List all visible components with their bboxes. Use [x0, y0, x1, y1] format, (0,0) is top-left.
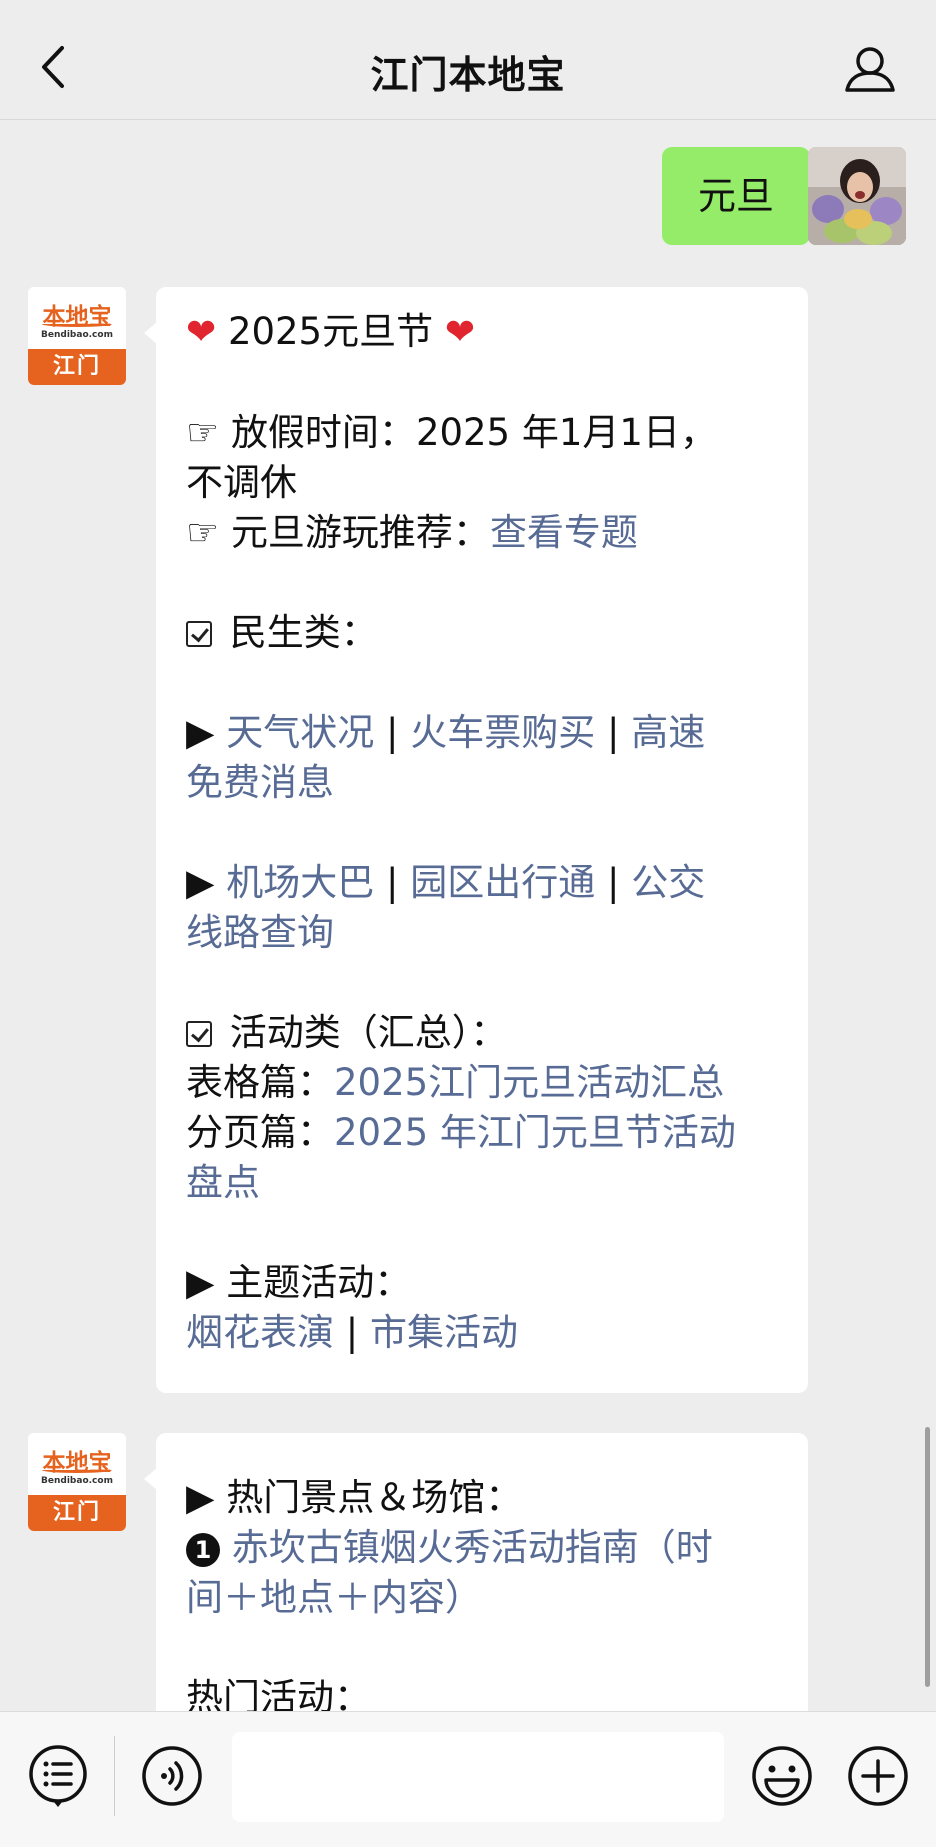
avatar-domain-text: Bendibao.com	[41, 1476, 113, 1486]
voice-icon	[142, 1746, 202, 1806]
airport-bus-link[interactable]: 机场大巴	[226, 861, 374, 904]
divider: |	[607, 711, 620, 754]
top-bar: 江门本地宝	[0, 0, 936, 120]
triangle-icon: ▶	[186, 1476, 215, 1519]
activity-table-link[interactable]: 2025江门元旦活动汇总	[334, 1061, 724, 1104]
message-title: 2025元旦节	[227, 310, 434, 353]
user-avatar-image	[808, 147, 906, 245]
activity-page-link-cont[interactable]: 盘点	[186, 1161, 260, 1204]
chikan-fireworks-link[interactable]: 赤坎古镇烟火秀活动指南（时	[232, 1526, 713, 1569]
voice-button[interactable]	[140, 1744, 204, 1808]
divider: |	[386, 861, 399, 904]
activity-heading: 活动类（汇总）：	[229, 1011, 508, 1054]
checkbox-icon	[186, 1021, 212, 1047]
menu-button[interactable]	[26, 1744, 90, 1808]
emoji-button[interactable]	[750, 1744, 814, 1808]
heart-icon: ❤	[444, 312, 476, 353]
page-label: 分页篇：	[186, 1111, 334, 1154]
user-avatar[interactable]	[808, 147, 906, 245]
bot-message-bubble: ❤ 2025元旦节 ❤ ☞ 放假时间：2025 年1月1日， 不调休 ☞ 元旦游…	[144, 287, 808, 1393]
divider: |	[607, 861, 620, 904]
divider: |	[345, 1311, 359, 1354]
avatar-domain-text: Bendibao.com	[41, 330, 113, 340]
table-label: 表格篇：	[186, 1061, 334, 1104]
pointing-hand-icon: ☞	[186, 411, 220, 454]
triangle-icon: ▶	[186, 861, 215, 904]
weather-link[interactable]: 天气状况	[226, 711, 374, 754]
avatar-city-text: 江门	[28, 1495, 126, 1531]
plus-circle-icon	[848, 1746, 908, 1806]
scrollbar[interactable]	[925, 1427, 930, 1687]
train-ticket-link[interactable]: 火车票购买	[410, 711, 595, 754]
holiday-value: 2025 年1月1日，	[415, 411, 717, 454]
page-title: 江门本地宝	[370, 53, 566, 97]
message-input[interactable]	[232, 1732, 724, 1822]
highway-link[interactable]: 高速	[631, 711, 705, 754]
user-message-bubble[interactable]: 元旦	[661, 147, 823, 245]
pointing-hand-icon: ☞	[186, 511, 220, 554]
activity-page-link[interactable]: 2025 年江门元旦节活动	[334, 1111, 736, 1154]
heart-icon: ❤	[186, 312, 217, 353]
number-badge: 1	[186, 1533, 220, 1567]
theme-heading: 主题活动：	[226, 1261, 412, 1304]
chikan-fireworks-link-cont[interactable]: 间＋地点＋内容）	[186, 1576, 482, 1619]
divider: |	[386, 711, 399, 754]
fireworks-link[interactable]: 烟花表演	[186, 1311, 334, 1354]
input-bar	[0, 1711, 936, 1847]
highway-link-cont[interactable]: 免费消息	[186, 761, 334, 804]
bus-route-link[interactable]: 公交	[631, 861, 705, 904]
park-travel-link[interactable]: 园区出行通	[410, 861, 595, 904]
checkbox-icon	[186, 621, 212, 647]
profile-button[interactable]	[842, 44, 898, 94]
bot-message-bubble: ▶ 热门景点＆场馆： 1 赤坎古镇烟火秀活动指南（时 间＋地点＋内容） 热门活动…	[144, 1433, 808, 1711]
triangle-icon: ▶	[186, 711, 215, 754]
avatar-city-text: 江门	[28, 349, 126, 385]
market-link[interactable]: 市集活动	[370, 1311, 518, 1354]
chat-area[interactable]: 元旦 本地宝 Bendibao.com 江门 ❤ 2025元旦节 ❤ ☞ 放假时…	[0, 121, 936, 1711]
message-title-line: ❤ 2025元旦节 ❤	[186, 307, 780, 358]
smiley-icon	[752, 1746, 812, 1806]
bot-avatar[interactable]: 本地宝 Bendibao.com 江门	[28, 1433, 126, 1531]
holiday-label: 放假时间：	[230, 411, 416, 454]
recommend-link[interactable]: 查看专题	[490, 511, 638, 554]
triangle-icon: ▶	[186, 1261, 215, 1304]
bus-route-link-cont[interactable]: 线路查询	[186, 911, 334, 954]
recommend-label: 元旦游玩推荐：	[230, 511, 490, 554]
person-icon	[845, 47, 895, 92]
user-message-text: 元旦	[697, 174, 774, 218]
bot-avatar[interactable]: 本地宝 Bendibao.com 江门	[28, 287, 126, 385]
spots-heading: 热门景点＆场馆：	[226, 1476, 523, 1519]
hot-activities-heading: 热门活动：	[186, 1676, 371, 1711]
more-button[interactable]	[846, 1744, 910, 1808]
livelihood-heading: 民生类：	[229, 611, 378, 654]
holiday-note: 不调休	[186, 461, 297, 504]
menu-list-icon	[29, 1745, 87, 1807]
